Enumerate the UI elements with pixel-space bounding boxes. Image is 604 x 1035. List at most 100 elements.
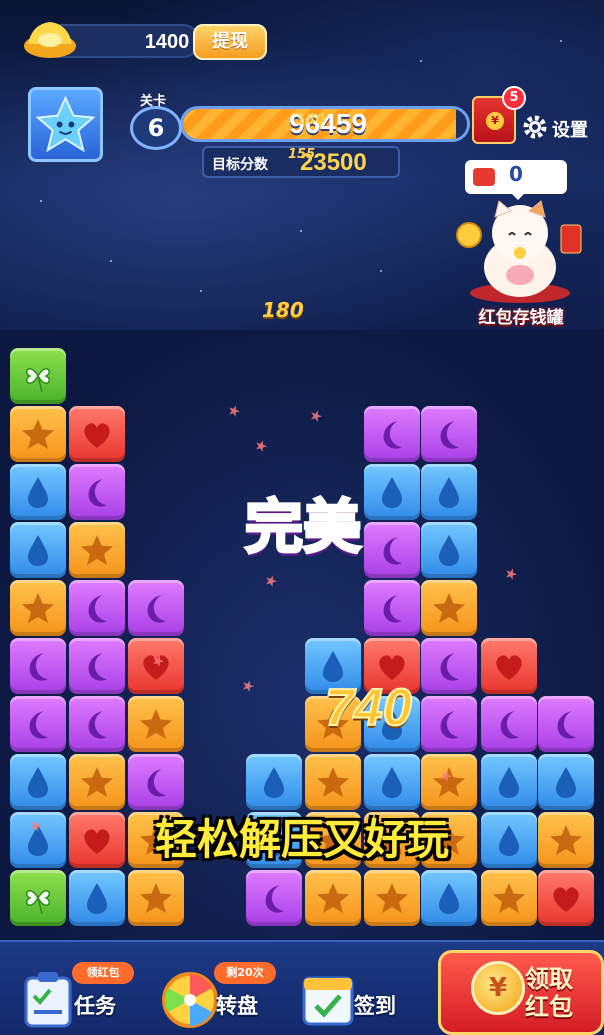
tile-purple[interactable]	[69, 464, 125, 520]
drop-icon	[87, 883, 107, 914]
yen-coin-icon: ¥	[486, 112, 504, 130]
moon-icon	[88, 711, 107, 739]
tile-purple[interactable]	[246, 870, 302, 926]
task-clipboard-icon	[24, 972, 72, 1028]
star-icon	[140, 883, 172, 913]
tile-green[interactable]	[10, 348, 66, 404]
tile-orange[interactable]	[10, 580, 66, 636]
piggybank-label: 红包存钱罐	[478, 308, 564, 328]
target-float-text: 155	[288, 147, 316, 162]
red-packet-badge: 5	[502, 86, 526, 110]
tile-blue[interactable]	[69, 870, 125, 926]
tile-purple[interactable]	[364, 406, 420, 462]
moon-icon	[440, 421, 459, 449]
wheel-label: 转盘	[216, 994, 258, 1018]
level-number: 6	[130, 106, 182, 150]
tile-blue[interactable]	[421, 870, 477, 926]
tile-purple[interactable]	[364, 580, 420, 636]
tile-blue[interactable]	[421, 522, 477, 578]
moon-icon	[383, 595, 402, 623]
savings-count-bubble: 0	[465, 160, 567, 194]
claim-red-packet-label: 领取红包	[525, 965, 573, 1021]
sky-star	[200, 290, 202, 292]
tile-orange[interactable]	[69, 522, 125, 578]
tile-purple[interactable]	[421, 406, 477, 462]
tile-blue[interactable]	[481, 754, 537, 810]
moon-icon	[440, 711, 459, 739]
moon-icon	[557, 711, 576, 739]
tile-purple[interactable]	[538, 696, 594, 752]
drop-icon	[382, 767, 402, 798]
sky-star	[380, 270, 382, 272]
moon-icon	[147, 595, 166, 623]
tile-green[interactable]	[10, 870, 66, 926]
moon-icon	[500, 711, 519, 739]
heart-icon	[143, 655, 169, 680]
moon-icon	[88, 479, 107, 507]
tile-orange[interactable]	[128, 696, 184, 752]
clover-icon	[26, 368, 50, 393]
drop-icon	[439, 883, 459, 914]
tile-orange[interactable]	[69, 754, 125, 810]
tile-blue[interactable]	[246, 754, 302, 810]
player-avatar[interactable]	[28, 87, 103, 162]
task-button[interactable]: 领红包 任务	[18, 958, 140, 1030]
moon-icon	[383, 421, 402, 449]
savings-count: 0	[509, 162, 523, 186]
claim-red-packet-button[interactable]: ¥ 领取红包	[438, 950, 604, 1035]
star-icon	[376, 883, 408, 913]
star-icon	[433, 593, 465, 623]
tile-red[interactable]	[69, 406, 125, 462]
tile-purple[interactable]	[69, 638, 125, 694]
drop-icon	[499, 767, 519, 798]
tile-purple[interactable]	[69, 580, 125, 636]
sky-star	[110, 260, 112, 262]
sky-star	[300, 230, 302, 232]
tile-purple[interactable]	[10, 638, 66, 694]
heart-icon	[84, 423, 110, 448]
tile-orange[interactable]	[128, 870, 184, 926]
tile-red[interactable]	[538, 870, 594, 926]
tile-orange[interactable]	[10, 406, 66, 462]
drop-icon	[28, 477, 48, 508]
tile-red[interactable]	[481, 638, 537, 694]
current-score: 96459	[289, 108, 367, 139]
tile-purple[interactable]	[481, 696, 537, 752]
lucky-wheel-icon	[162, 972, 218, 1028]
tile-purple[interactable]	[421, 696, 477, 752]
tile-purple[interactable]	[128, 580, 184, 636]
moon-icon	[29, 653, 48, 681]
tile-blue[interactable]	[10, 754, 66, 810]
tile-blue[interactable]	[10, 464, 66, 520]
star-icon	[22, 419, 54, 449]
tile-blue[interactable]	[538, 754, 594, 810]
wheel-button[interactable]: 剩20次 转盘	[160, 958, 282, 1030]
moon-icon	[88, 595, 107, 623]
star-mascot-icon	[35, 95, 96, 153]
tile-orange[interactable]	[305, 754, 361, 810]
task-tag: 领红包	[72, 962, 134, 984]
star-icon	[81, 767, 113, 797]
tile-blue[interactable]	[364, 754, 420, 810]
settings-button[interactable]: 设置	[552, 116, 588, 142]
drop-icon	[439, 477, 459, 508]
lucky-cat-piggybank-icon[interactable]	[455, 195, 585, 305]
tile-purple[interactable]	[69, 696, 125, 752]
tile-red[interactable]	[128, 638, 184, 694]
tile-purple[interactable]	[10, 696, 66, 752]
tile-orange[interactable]	[364, 870, 420, 926]
tile-orange[interactable]	[305, 870, 361, 926]
tile-orange[interactable]	[481, 870, 537, 926]
tile-purple[interactable]	[421, 638, 477, 694]
tile-orange[interactable]	[421, 580, 477, 636]
checkin-label: 签到	[354, 994, 396, 1018]
star-icon	[140, 709, 172, 739]
perfect-banner: 完美	[243, 492, 362, 563]
tile-purple[interactable]	[128, 754, 184, 810]
tile-blue[interactable]	[10, 522, 66, 578]
tile-blue[interactable]	[421, 464, 477, 520]
checkin-button[interactable]: 签到	[298, 958, 420, 1030]
gear-icon[interactable]	[522, 114, 548, 140]
withdraw-button[interactable]: 提现	[193, 24, 267, 60]
tile-orange[interactable]	[421, 754, 477, 810]
